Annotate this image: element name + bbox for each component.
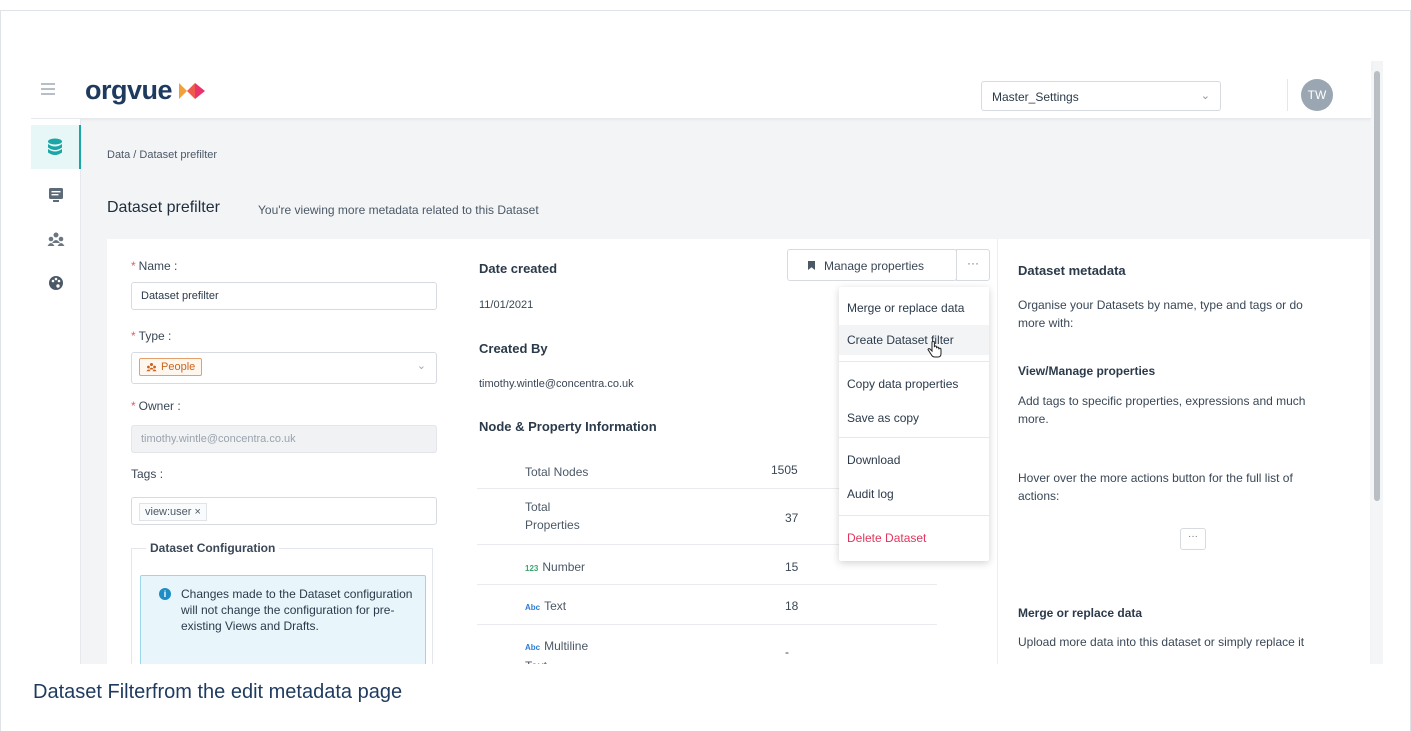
row-label: Total Nodes	[525, 465, 589, 479]
date-created-value: 11/01/2021	[479, 299, 534, 311]
row-value: 37	[785, 511, 799, 525]
menu-item-audit-log[interactable]: Audit log	[839, 479, 989, 509]
app-screenshot: orgvue Master_Settings ⌄ TW Data / Datas…	[31, 61, 1383, 664]
sidebar-item-views[interactable]	[31, 173, 81, 217]
menu-item-copy-properties[interactable]: Copy data properties	[839, 369, 989, 399]
menu-item-merge-replace[interactable]: Merge or replace data	[839, 293, 989, 323]
more-actions-icon[interactable]: ···	[1180, 528, 1206, 550]
type-chip: People	[139, 358, 203, 376]
main-content: Data / Dataset prefilter Dataset prefilt…	[82, 119, 1371, 664]
chevron-down-icon: ⌄	[416, 360, 426, 372]
name-input-value: Dataset prefilter	[141, 290, 219, 302]
sidebar-item-palette[interactable]	[31, 261, 81, 305]
more-actions-menu: Merge or replace data Create Dataset fil…	[839, 287, 989, 561]
tag-chip: view:user ×	[139, 503, 207, 521]
app-logo[interactable]: orgvue	[85, 75, 207, 106]
merge-text: Upload more data into this dataset or si…	[1018, 635, 1305, 649]
view-manage-text: Add tags to specific properties, express…	[1018, 394, 1306, 426]
more-actions-button[interactable]: ···	[956, 249, 990, 281]
info-icon: i	[159, 588, 171, 600]
tag-value: view:user	[145, 506, 192, 518]
palette-icon	[49, 276, 63, 290]
metadata-card: * Name : Dataset prefilter * Type : People…	[107, 239, 1370, 664]
dataset-select[interactable]: Master_Settings ⌄	[981, 81, 1221, 111]
tags-label: Tags :	[131, 467, 164, 481]
config-info-text: Changes made to the Dataset configuratio…	[181, 587, 413, 633]
type-value: People	[161, 361, 196, 373]
menu-separator	[839, 515, 989, 516]
breadcrumb[interactable]: Data / Dataset prefilter	[107, 149, 217, 161]
page-title: Dataset prefilter	[107, 199, 220, 216]
manage-properties-button[interactable]: Manage properties	[787, 249, 957, 281]
scrollbar[interactable]	[1371, 71, 1383, 664]
logo-text: orgvue	[85, 75, 173, 105]
menu-icon[interactable]	[41, 83, 55, 95]
name-label: * Name :	[131, 259, 178, 273]
divider	[1287, 79, 1288, 111]
database-icon	[48, 138, 62, 155]
tags-input[interactable]: view:user ×	[131, 497, 437, 525]
config-title: Dataset Configuration	[146, 541, 280, 555]
number-type-icon: 123	[525, 564, 539, 573]
hover-text: Hover over the more actions button for t…	[1018, 471, 1293, 503]
avatar[interactable]: TW	[1301, 79, 1333, 111]
row-value: 18	[785, 599, 799, 613]
type-label: * Type :	[131, 329, 172, 343]
scrollbar-thumb[interactable]	[1374, 71, 1380, 501]
row-value: 15	[785, 560, 799, 574]
row-value: 1505	[771, 463, 798, 477]
row-value: -	[785, 645, 789, 659]
row-label: Total Properties	[525, 500, 580, 532]
dataset-configuration: Dataset Configuration i Changes made to …	[131, 541, 433, 664]
row-label: AbcMultiline Text	[525, 639, 589, 664]
created-by-label: Created By	[479, 341, 548, 356]
monitor-icon	[49, 188, 63, 202]
table-row: AbcMultiline Text -	[477, 625, 937, 664]
menu-item-delete-dataset[interactable]: Delete Dataset	[839, 523, 989, 553]
manage-properties-label: Manage properties	[824, 259, 925, 273]
created-by-value: timothy.wintle@concentra.co.uk	[479, 378, 634, 390]
row-label: Abc Text	[525, 599, 567, 613]
page-subtitle: You're viewing more metadata related to …	[258, 203, 539, 217]
node-info-label: Node & Property Information	[479, 419, 657, 434]
menu-separator	[839, 361, 989, 362]
row-label: 123 Number	[525, 560, 586, 574]
group-icon	[47, 232, 65, 246]
image-caption: Dataset Filterfrom the edit metadata pag…	[33, 681, 403, 703]
chevron-down-icon: ⌄	[1200, 90, 1210, 102]
frame: orgvue Master_Settings ⌄ TW Data / Datas…	[0, 10, 1411, 731]
multiline-type-icon: Abc	[525, 643, 541, 652]
merge-title: Merge or replace data	[1018, 606, 1143, 620]
name-input[interactable]: Dataset prefilter	[131, 282, 437, 310]
sidebar-item-data[interactable]	[31, 125, 81, 169]
menu-item-download[interactable]: Download	[839, 445, 989, 475]
type-select[interactable]: People ⌄	[131, 352, 437, 384]
logo-mark-icon	[179, 82, 206, 99]
config-info: i Changes made to the Dataset configurat…	[140, 575, 426, 664]
people-icon	[146, 363, 157, 372]
menu-item-save-copy[interactable]: Save as copy	[839, 403, 989, 433]
text-type-icon: Abc	[525, 603, 541, 612]
sidebar-item-people[interactable]	[31, 217, 81, 261]
owner-value: timothy.wintle@concentra.co.uk	[141, 433, 296, 445]
bookmark-icon	[808, 261, 815, 270]
side-nav	[31, 119, 81, 664]
menu-separator	[839, 437, 989, 438]
owner-label: * Owner :	[131, 399, 181, 413]
owner-input: timothy.wintle@concentra.co.uk	[131, 425, 437, 453]
metadata-panel: Dataset metadata Organise your Datasets …	[997, 239, 1370, 664]
date-created-label: Date created	[479, 261, 558, 276]
tag-remove-icon[interactable]: ×	[195, 506, 201, 518]
metadata-title: Dataset metadata	[1018, 263, 1126, 278]
top-bar: orgvue Master_Settings ⌄ TW	[31, 61, 1371, 119]
pointer-cursor-icon	[927, 341, 942, 358]
menu-item-create-filter[interactable]: Create Dataset filter	[839, 325, 989, 358]
view-manage-title: View/Manage properties	[1018, 364, 1156, 378]
dataset-select-value: Master_Settings	[992, 90, 1079, 104]
table-row: Abc Text 18	[477, 585, 937, 625]
metadata-intro: Organise your Datasets by name, type and…	[1018, 298, 1303, 330]
